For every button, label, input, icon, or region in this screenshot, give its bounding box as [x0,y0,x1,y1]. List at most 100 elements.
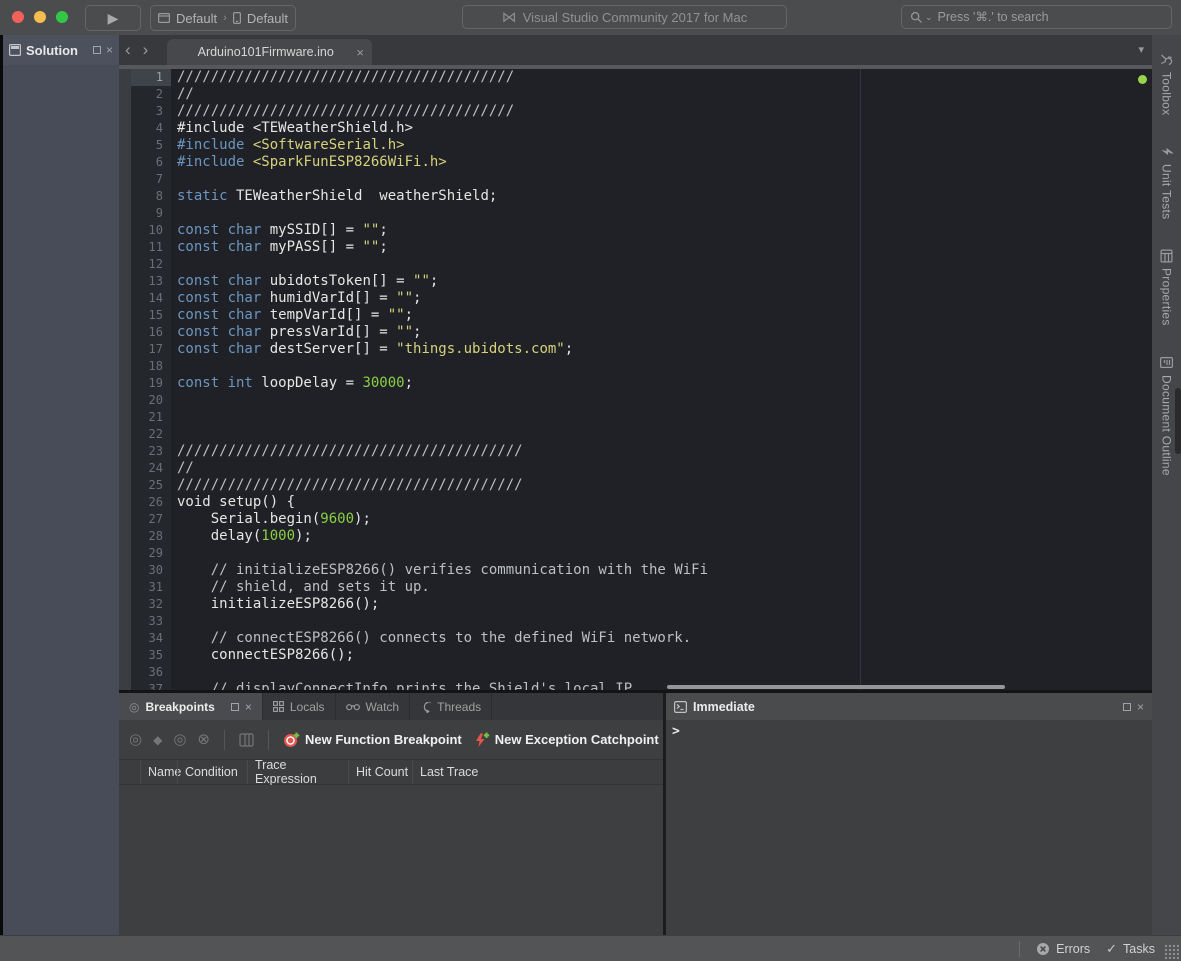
code-line[interactable]: 6#include <SparkFunESP8266WiFi.h> [131,154,1152,171]
code-line[interactable]: 18 [131,358,1152,375]
code-line[interactable]: 19const int loopDelay = 30000; [131,375,1152,392]
code-line[interactable]: 21 [131,409,1152,426]
code-line[interactable]: 11const char myPASS[] = ""; [131,239,1152,256]
code-line[interactable]: 25//////////////////////////////////////… [131,477,1152,494]
dock-icon[interactable] [1123,703,1131,711]
code-editor[interactable]: 1///////////////////////////////////////… [119,69,1152,690]
line-number[interactable]: 27 [131,511,171,528]
code-line[interactable]: 36 [131,664,1152,681]
rail-tab-properties[interactable]: Properties [1160,250,1174,326]
configuration-selector[interactable]: Default › Default [150,5,296,31]
line-number[interactable]: 7 [131,171,171,188]
code-line[interactable]: 28 delay(1000); [131,528,1152,545]
new-breakpoint-icon[interactable]: ◎ [129,732,142,747]
line-number[interactable]: 31 [131,579,171,596]
resize-grip[interactable] [1164,944,1179,959]
code-line[interactable]: 24// [131,460,1152,477]
errors-button[interactable]: Errors [1036,942,1090,956]
zoom-window-button[interactable] [56,11,68,23]
line-number[interactable]: 28 [131,528,171,545]
code-line[interactable]: 20 [131,392,1152,409]
line-number[interactable]: 35 [131,647,171,664]
line-number[interactable]: 25 [131,477,171,494]
code-line[interactable]: 17const char destServer[] = "things.ubid… [131,341,1152,358]
close-icon[interactable]: × [245,701,252,713]
vertical-scrollbar[interactable] [1175,388,1181,454]
line-number[interactable]: 1 [131,69,171,86]
clear-breakpoint-icon[interactable]: ◆ [153,734,162,746]
code-line[interactable]: 14const char humidVarId[] = ""; [131,290,1152,307]
breakpoints-list[interactable] [119,785,663,935]
code-line[interactable]: 15const char tempVarId[] = ""; [131,307,1152,324]
line-number[interactable]: 3 [131,103,171,120]
close-icon[interactable]: × [106,44,113,56]
code-line[interactable]: 27 Serial.begin(9600); [131,511,1152,528]
edit-columns-icon[interactable] [239,733,254,747]
code-line[interactable]: 23//////////////////////////////////////… [131,443,1152,460]
line-number[interactable]: 14 [131,290,171,307]
horizontal-scrollbar[interactable] [667,685,1005,689]
search-input[interactable] [938,10,1138,24]
line-number[interactable]: 34 [131,630,171,647]
error-health-indicator[interactable] [1138,75,1147,84]
line-number[interactable]: 15 [131,307,171,324]
line-number[interactable]: 26 [131,494,171,511]
code-line[interactable]: 9 [131,205,1152,222]
line-number[interactable]: 29 [131,545,171,562]
remove-all-breakpoints-icon[interactable]: ⊗ [197,732,210,747]
line-number[interactable]: 33 [131,613,171,630]
code-line[interactable]: 22 [131,426,1152,443]
tab-list-dropdown-icon[interactable]: ▾ [1138,43,1144,56]
code-line[interactable]: 26void setup() { [131,494,1152,511]
column-header-last-trace[interactable]: Last Trace [412,760,663,784]
search-scope-chevron-icon[interactable]: ⌄ [925,12,933,23]
line-number[interactable]: 11 [131,239,171,256]
navigate-forward-button[interactable]: › [143,40,149,60]
line-number[interactable]: 37 [131,681,171,690]
disable-all-breakpoints-icon[interactable]: ◎ [173,732,186,747]
column-header-hit-count[interactable]: Hit Count [348,760,412,784]
line-number[interactable]: 17 [131,341,171,358]
line-number[interactable]: 18 [131,358,171,375]
code-line[interactable]: 10const char mySSID[] = ""; [131,222,1152,239]
line-number[interactable]: 30 [131,562,171,579]
code-line[interactable]: 33 [131,613,1152,630]
line-number[interactable]: 36 [131,664,171,681]
breakpoint-gutter[interactable] [119,69,131,690]
navigate-back-button[interactable]: ‹ [125,40,131,60]
line-number[interactable]: 13 [131,273,171,290]
column-header-condition[interactable]: Condition [177,760,247,784]
new-function-breakpoint-button[interactable]: New Function Breakpoint [283,732,462,748]
line-number[interactable]: 8 [131,188,171,205]
code-line[interactable]: 3///////////////////////////////////////… [131,103,1152,120]
line-number[interactable]: 32 [131,596,171,613]
rail-tab-document-outline[interactable]: Document Outline [1160,356,1174,476]
code-line[interactable]: 35 connectESP8266(); [131,647,1152,664]
close-icon[interactable]: × [1137,701,1144,713]
line-number[interactable]: 4 [131,120,171,137]
code-line[interactable]: 29 [131,545,1152,562]
line-number[interactable]: 16 [131,324,171,341]
column-header-trace-expression[interactable]: Trace Expression [247,760,348,784]
code-line[interactable]: 5#include <SoftwareSerial.h> [131,137,1152,154]
line-number[interactable]: 24 [131,460,171,477]
immediate-console[interactable]: > [666,720,1152,935]
tab-close-icon[interactable]: × [356,45,364,60]
line-number[interactable]: 2 [131,86,171,103]
line-number[interactable]: 5 [131,137,171,154]
dock-icon[interactable] [231,703,239,711]
code-line[interactable]: 8static TEWeatherShield weatherShield; [131,188,1152,205]
line-number[interactable]: 20 [131,392,171,409]
code-line[interactable]: 4#include <TEWeatherShield.h> [131,120,1152,137]
line-number[interactable]: 10 [131,222,171,239]
run-button[interactable]: ▶ [85,5,141,31]
close-window-button[interactable] [12,11,24,23]
tasks-button[interactable]: ✓ Tasks [1106,941,1155,957]
tab-locals[interactable]: Locals [263,693,336,720]
dock-icon[interactable] [93,46,101,54]
column-header-name[interactable]: Name [140,760,177,784]
code-line[interactable]: 1///////////////////////////////////////… [131,69,1152,86]
code-line[interactable]: 7 [131,171,1152,188]
document-tab[interactable]: Arduino101Firmware.ino × [167,39,372,65]
line-number[interactable]: 19 [131,375,171,392]
